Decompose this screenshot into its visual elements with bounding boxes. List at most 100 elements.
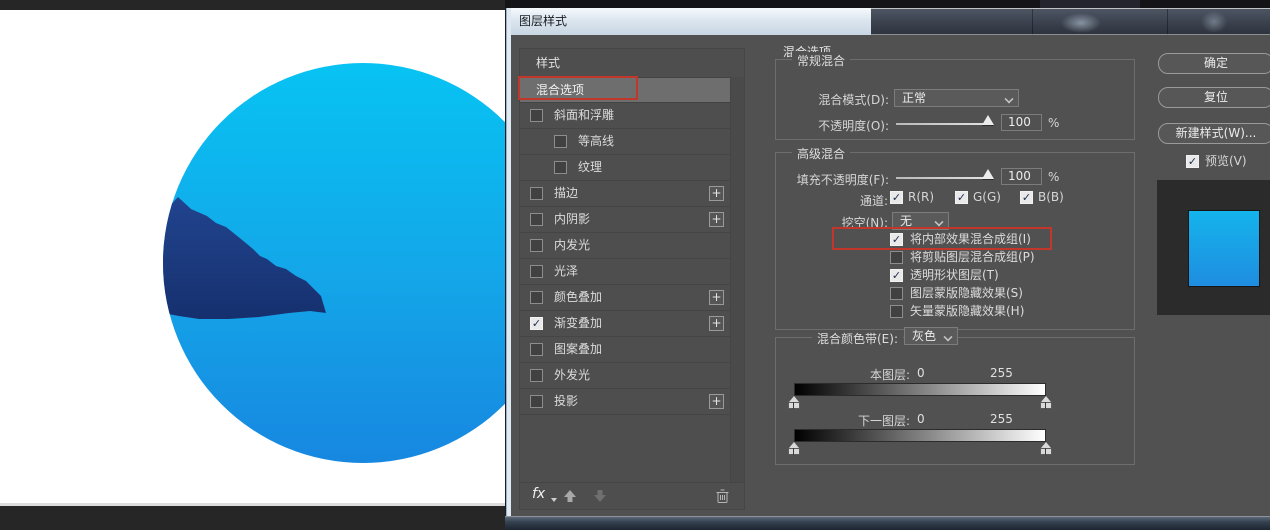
styles-item[interactable]: 光泽 [520,259,744,285]
style-enable-checkbox[interactable] [530,213,543,226]
style-enable-checkbox[interactable] [530,239,543,252]
blend-if-band-label: 本图层: [776,366,910,383]
style-enable-checkbox[interactable] [554,161,567,174]
advanced-option-checkbox[interactable]: ✓ [890,233,903,246]
preview-label: 预览(V) [1205,154,1247,168]
styles-item[interactable]: 斜面和浮雕 [520,103,744,129]
channel-toggle[interactable]: ✓ B(B) [1020,190,1064,206]
glass-seam [1032,9,1033,35]
reset-button[interactable]: 复位 [1158,87,1270,108]
blend-if-gradient-bar[interactable] [794,383,1046,396]
styles-item-label: 光泽 [554,259,578,284]
advanced-option[interactable]: ✓透明形状图层(T) [890,268,999,284]
styles-item[interactable]: 描边 + [520,181,744,207]
style-enable-checkbox[interactable] [530,109,543,122]
opacity-slider-track[interactable] [896,123,989,125]
styles-item[interactable]: 外发光 [520,363,744,389]
add-effect-instance-button[interactable]: + [709,394,724,409]
channel-label: B(B) [1038,190,1064,204]
advanced-option[interactable]: 将剪贴图层混合成组(P) [890,250,1035,266]
styles-item[interactable]: 纹理 [520,155,744,181]
fill-opacity-slider-track[interactable] [896,177,989,179]
fx-menu-button[interactable]: fx [532,486,545,502]
advanced-option-checkbox[interactable] [890,305,903,318]
add-effect-instance-button[interactable]: + [709,186,724,201]
styles-item[interactable]: 内阴影+ [520,207,744,233]
style-preview-well [1157,180,1270,315]
channel-toggle[interactable]: ✓R(R) [890,190,934,206]
styles-item[interactable]: ✓ 渐变叠加 + [520,311,744,337]
advanced-blending-label: 高级混合 [792,145,850,162]
fx-menu-caret-icon [551,498,557,502]
blend-if-label: 混合颜色带(E): [812,330,903,347]
preview-checkbox[interactable]: ✓ [1186,155,1199,168]
dialog-titlebar[interactable]: 图层样式 [511,8,1270,35]
styles-toolbar: fx [520,482,744,509]
delete-effect-trash-icon[interactable] [715,488,730,504]
new-style-button[interactable]: 新建样式(W)... [1158,123,1270,144]
opacity-value-input[interactable]: 100 [1001,114,1042,131]
styles-item-label: 外发光 [554,363,590,388]
style-enable-checkbox[interactable] [530,343,543,356]
add-effect-instance-button[interactable]: + [709,290,724,305]
style-enable-checkbox[interactable] [530,187,543,200]
channel-checkbox[interactable]: ✓ [1020,191,1033,204]
styles-item-label: 纹理 [578,155,602,180]
blend-if-group: 混合颜色带(E): 灰色 本图层:0255下一图层:0255 [775,337,1135,465]
blend-if-gradient-bar[interactable] [794,429,1046,442]
opacity-slider-knob[interactable] [982,115,994,125]
style-enable-checkbox[interactable] [530,395,543,408]
add-effect-instance-button[interactable]: + [709,316,724,331]
knockout-select[interactable]: 无 [892,212,949,230]
navy-shape-layer [163,63,505,463]
styles-item-label: 颜色叠加 [554,285,602,310]
styles-item[interactable]: 等高线 [520,129,744,155]
style-enable-checkbox[interactable] [530,265,543,278]
fill-opacity-slider-knob[interactable] [982,169,994,179]
move-effect-up-icon[interactable] [562,488,578,504]
styles-item[interactable]: 图案叠加 [520,337,744,363]
styles-item-label: 渐变叠加 [554,311,602,336]
add-effect-instance-button[interactable]: + [709,212,724,227]
blend-if-value: 灰色 [912,329,936,343]
channel-checkbox[interactable]: ✓ [955,191,968,204]
blend-if-slider-handle[interactable] [788,396,800,409]
channel-toggle[interactable]: ✓ G(G) [955,190,1001,206]
style-enable-checkbox[interactable] [554,135,567,148]
advanced-option-checkbox[interactable] [890,287,903,300]
advanced-option[interactable]: ✓将内部效果混合成组(I) [890,232,1031,248]
blend-if-high-value: 255 [990,366,1013,380]
blend-if-low-value: 0 [917,412,925,426]
preview-toggle[interactable]: ✓ 预览(V) [1186,154,1247,170]
advanced-option-checkbox[interactable]: ✓ [890,269,903,282]
style-enable-checkbox[interactable] [530,291,543,304]
blend-if-slider-handle[interactable] [1040,442,1052,455]
blend-mode-select[interactable]: 正常 [894,89,1019,107]
channel-label: G(G) [973,190,1001,204]
background-top-band [505,0,1270,8]
ok-button[interactable]: 确定 [1158,53,1270,74]
move-effect-down-icon[interactable] [592,488,608,504]
blend-if-slider-handle[interactable] [1040,396,1052,409]
channel-checkbox[interactable]: ✓ [890,191,903,204]
advanced-option[interactable]: 图层蒙版隐藏效果(S) [890,286,1023,302]
advanced-option[interactable]: 矢量蒙版隐藏效果(H) [890,304,1024,320]
styles-item-label: 描边 [554,181,578,206]
fill-opacity-label: 填充不透明度(F): [776,171,889,188]
photoshop-screen: 图层样式 样式 混合选项 斜面和浮雕等高线纹理描边+内阴影+内发光光泽颜色叠加+… [0,0,1270,530]
styles-list: 斜面和浮雕等高线纹理描边+内阴影+内发光光泽颜色叠加+✓渐变叠加+图案叠加外发光… [520,103,744,415]
style-enable-checkbox[interactable] [530,369,543,382]
blend-if-select[interactable]: 灰色 [904,327,958,345]
advanced-option-checkbox[interactable] [890,251,903,264]
fill-opacity-percent-sign: % [1048,170,1059,184]
styles-item[interactable]: 内发光 [520,233,744,259]
styles-item[interactable]: 颜色叠加 + [520,285,744,311]
blend-if-slider-handle[interactable] [788,442,800,455]
styles-scrollbar[interactable] [730,77,744,483]
styles-header: 样式 [520,49,744,78]
document-canvas[interactable] [0,10,505,503]
styles-item[interactable]: 投影+ [520,389,744,415]
style-enable-checkbox[interactable]: ✓ [530,317,543,330]
styles-item-blending-options[interactable]: 混合选项 [520,78,744,103]
fill-opacity-value-input[interactable]: 100 [1001,168,1042,185]
